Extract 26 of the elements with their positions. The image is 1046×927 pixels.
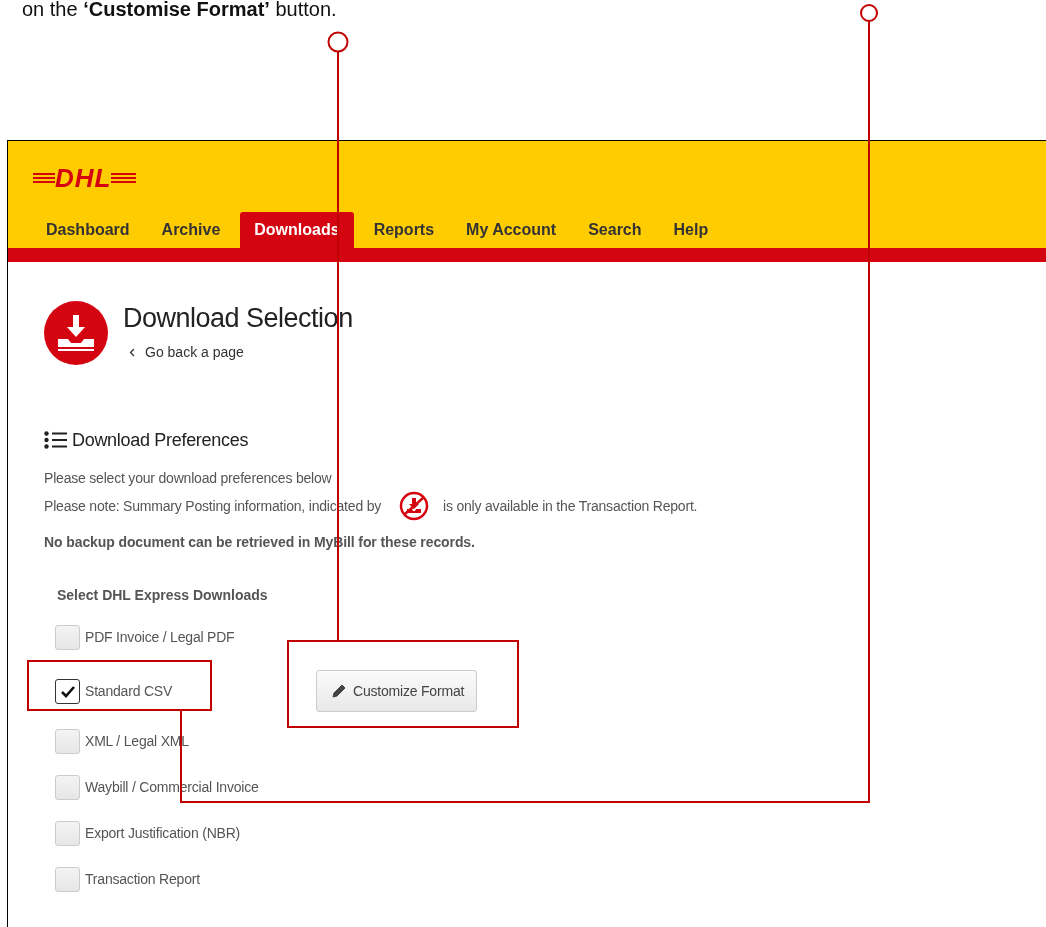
list-icon <box>44 431 67 449</box>
checkbox-label[interactable]: Transaction Report <box>85 871 200 887</box>
instruction-text: on the ‘Customise Format’ button. <box>22 0 337 22</box>
checkmark-icon <box>59 684 76 698</box>
nav-tab[interactable]: Dashboard <box>30 212 146 248</box>
section-heading: Download Preferences <box>72 429 249 451</box>
checkbox[interactable] <box>55 678 80 704</box>
nav-tab[interactable]: Archive <box>145 212 237 248</box>
no-download-icon <box>399 491 430 521</box>
pencil-icon <box>331 683 347 699</box>
back-link[interactable]: Go back a page <box>145 344 244 360</box>
checkbox-label[interactable]: Export Justification (NBR) <box>85 825 241 841</box>
download-icon <box>44 301 108 365</box>
nav-tab[interactable]: Downloads <box>240 212 354 248</box>
note-text: is only available in the Transaction Report. <box>443 498 698 514</box>
customize-format-button[interactable]: Customize Format <box>316 670 478 712</box>
group-label: Select DHL Express Downloads <box>57 587 269 603</box>
nav-tab[interactable]: Search <box>572 212 658 248</box>
nav-tab[interactable]: Reports <box>357 212 451 248</box>
checkbox-label[interactable]: PDF Invoice / Legal PDF <box>85 629 235 645</box>
nav-tab[interactable]: Help <box>657 212 725 248</box>
checkbox-label[interactable]: Standard CSV <box>85 683 173 699</box>
nav-tab[interactable]: My Account <box>450 212 573 248</box>
chevron-left-icon[interactable] <box>129 347 135 357</box>
instruction-text: Please select your download preferences below <box>44 469 333 488</box>
dhl-logo: DHL <box>33 163 137 193</box>
